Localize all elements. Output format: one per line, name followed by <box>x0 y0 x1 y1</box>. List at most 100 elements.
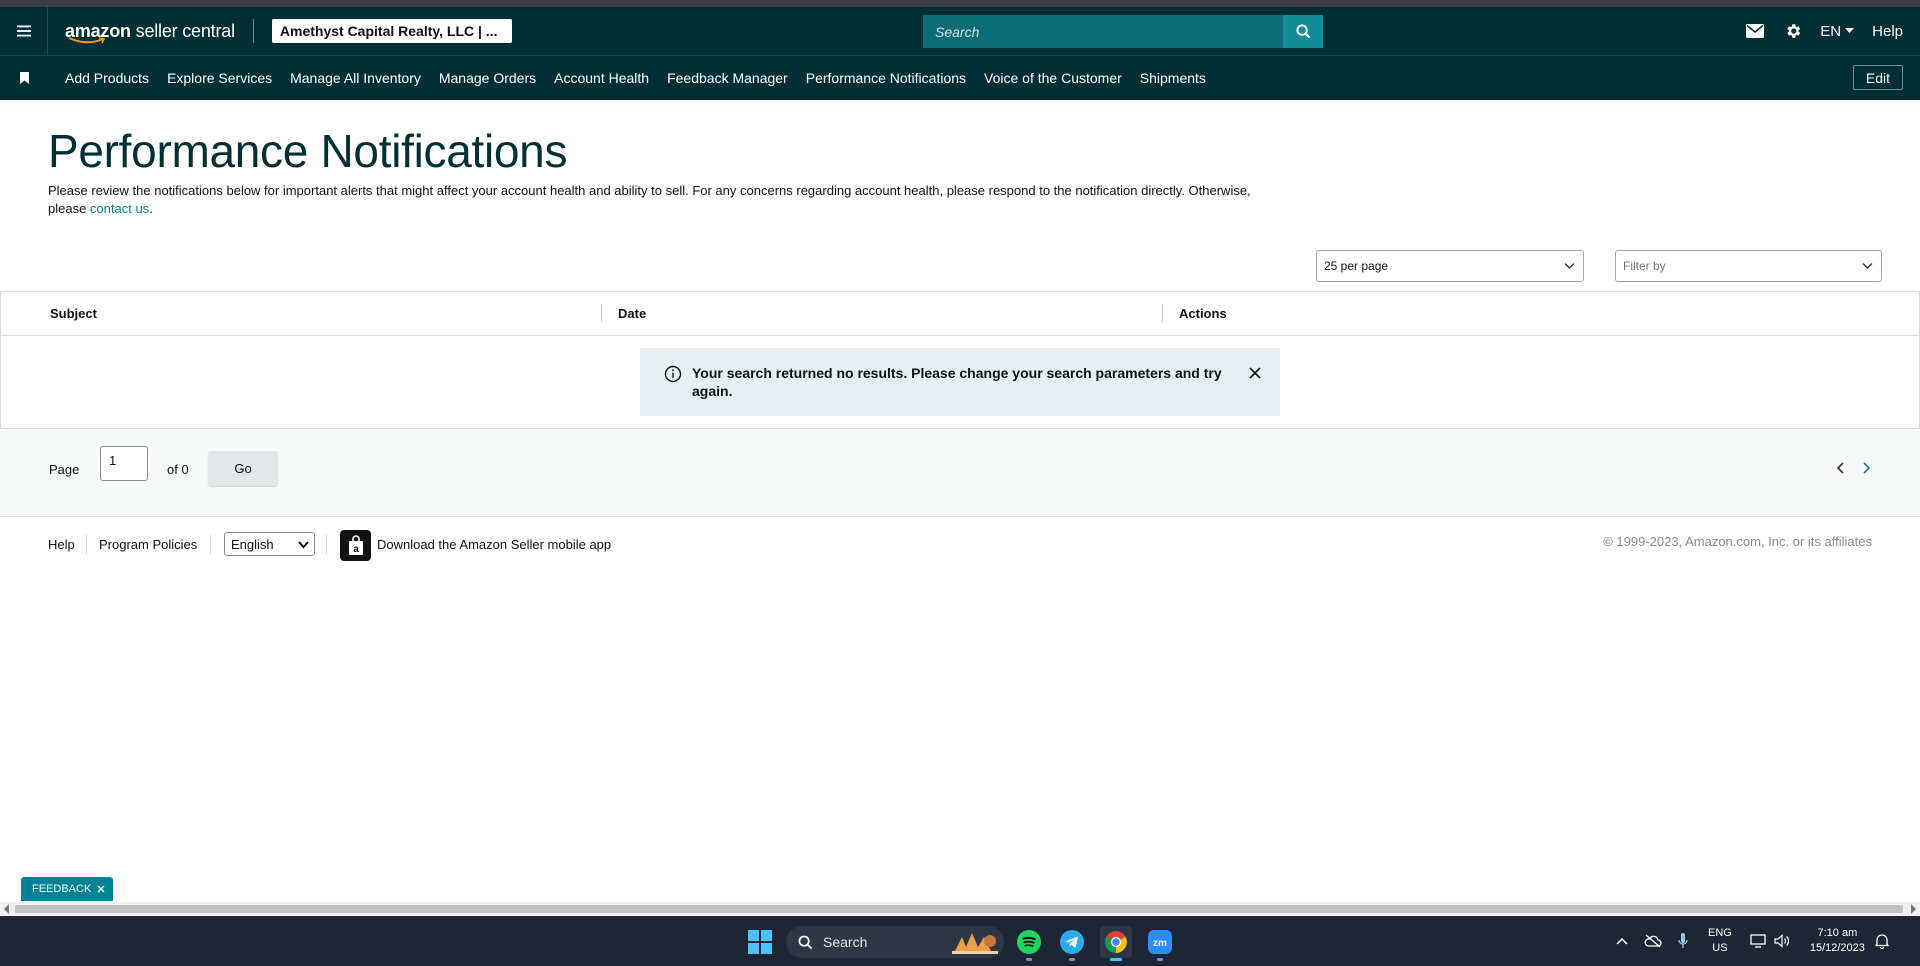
spotify-icon <box>1017 930 1041 954</box>
chevron-right-icon[interactable] <box>1861 462 1871 474</box>
settings-button[interactable] <box>1774 7 1812 55</box>
display-icon[interactable] <box>1750 934 1766 948</box>
amazon-app-icon[interactable]: a <box>340 530 371 561</box>
footer-language-select[interactable]: English <box>224 532 315 556</box>
chevron-down-icon <box>298 541 309 549</box>
empty-results-alert: Your search returned no results. Please … <box>640 348 1280 416</box>
clock[interactable]: 7:10 am 15/12/2023 <box>1810 926 1865 956</box>
contact-us-link[interactable]: contact us <box>90 201 149 216</box>
gear-icon <box>1787 24 1801 38</box>
download-app-link[interactable]: Download the Amazon Seller mobile app <box>377 537 611 552</box>
nav-item-manage-orders[interactable]: Manage Orders <box>439 70 536 86</box>
intro-text: Please review the notifications below fo… <box>48 183 1251 216</box>
page-intro: Please review the notifications below fo… <box>48 182 1288 218</box>
scrollbar-thumb[interactable] <box>15 905 1903 913</box>
account-switcher[interactable]: Amethyst Capital Realty, LLC | ... <box>271 19 512 43</box>
column-date[interactable]: Date <box>618 306 646 321</box>
page-number-input[interactable]: 1 <box>100 446 148 481</box>
close-icon[interactable] <box>1248 366 1262 380</box>
os-taskbar: Search zm ENG US 7:10 am 15/12/2023 <box>0 916 1920 966</box>
speaker-icon[interactable] <box>1774 934 1790 948</box>
nav-items: Add Products Explore Services Manage All… <box>65 70 1224 86</box>
table-header: Subject Date Actions <box>0 292 1920 336</box>
empty-results-message: Your search returned no results. Please … <box>692 365 1222 399</box>
footer-divider <box>210 535 211 555</box>
info-icon <box>664 365 682 383</box>
go-button[interactable]: Go <box>208 451 278 486</box>
program-policies-link[interactable]: Program Policies <box>99 537 197 552</box>
language-selector[interactable]: EN <box>1820 23 1855 40</box>
scroll-right-icon[interactable] <box>1910 904 1916 914</box>
feedback-tab[interactable]: FEEDBACK <box>21 877 114 901</box>
logo-sub: seller central <box>135 20 235 41</box>
nav-item-performance-notifications[interactable]: Performance Notifications <box>806 70 966 86</box>
top-header: amazon seller central Amethyst Capital R… <box>0 7 1920 55</box>
seller-central-logo[interactable]: amazon seller central <box>65 20 235 43</box>
bookmark-icon <box>19 72 29 84</box>
page-label: Page <box>49 462 80 477</box>
nav-item-account-health[interactable]: Account Health <box>554 70 649 86</box>
window-top-strip <box>0 0 1920 7</box>
search-icon <box>798 935 813 949</box>
logo-smile-icon <box>68 36 106 43</box>
feedback-label: FEEDBACK <box>32 883 92 895</box>
nav-item-feedback-manager[interactable]: Feedback Manager <box>667 70 788 86</box>
filter-select[interactable]: Filter by <box>1615 250 1882 282</box>
nav-item-explore-services[interactable]: Explore Services <box>167 70 272 86</box>
onedrive-offline-icon[interactable] <box>1644 934 1662 948</box>
copyright: © 1999-2023, Amazon.com, Inc. or its aff… <box>1603 534 1872 549</box>
zoom-icon: zm <box>1148 930 1172 954</box>
taskbar-chrome[interactable] <box>1100 926 1132 961</box>
search-highlight-icon <box>952 933 998 954</box>
column-divider <box>601 304 602 322</box>
column-subject[interactable]: Subject <box>50 306 97 321</box>
page-footer: Help Program Policies English a Download… <box>0 528 1920 562</box>
caret-down-icon <box>1845 28 1855 33</box>
footer-divider <box>86 535 87 555</box>
footer-divider <box>326 535 327 555</box>
chevron-down-icon <box>1564 263 1575 269</box>
intro-end: . <box>149 201 153 216</box>
taskbar-telegram[interactable] <box>1056 926 1088 961</box>
nav-item-shipments[interactable]: Shipments <box>1140 70 1206 86</box>
nav-item-manage-inventory[interactable]: Manage All Inventory <box>290 70 421 86</box>
header-divider <box>252 19 254 43</box>
search-button[interactable] <box>1283 15 1323 48</box>
menu-button[interactable] <box>0 7 48 55</box>
bookmark-button[interactable] <box>0 72 48 84</box>
horizontal-scrollbar[interactable] <box>0 902 1920 916</box>
messages-button[interactable] <box>1736 7 1774 55</box>
help-link[interactable]: Help <box>1872 23 1903 40</box>
per-page-select[interactable]: 25 per page <box>1316 250 1584 282</box>
filter-placeholder: Filter by <box>1623 259 1666 273</box>
nav-item-add-products[interactable]: Add Products <box>65 70 149 86</box>
taskbar-search-label: Search <box>823 934 868 950</box>
nav-item-voice-of-customer[interactable]: Voice of the Customer <box>984 70 1122 86</box>
chevron-left-icon[interactable] <box>1836 462 1846 474</box>
start-button[interactable] <box>748 930 772 959</box>
column-actions: Actions <box>1179 306 1227 321</box>
taskbar-zoom[interactable]: zm <box>1144 926 1176 961</box>
chevron-up-icon[interactable] <box>1616 937 1628 945</box>
windows-icon <box>748 930 772 954</box>
navigation-bar: Add Products Explore Services Manage All… <box>0 55 1920 100</box>
notifications-table: Subject Date Actions Your search returne… <box>0 291 1920 430</box>
scroll-left-icon[interactable] <box>4 904 10 914</box>
microphone-icon[interactable] <box>1678 933 1688 949</box>
chrome-icon <box>1105 931 1127 953</box>
notification-bell-icon[interactable] <box>1874 933 1889 949</box>
system-tray: ENG US 7:10 am 15/12/2023 <box>1616 916 1889 966</box>
chevron-down-icon <box>1862 263 1873 269</box>
menu-icon <box>16 25 31 37</box>
footer-help-link[interactable]: Help <box>48 537 75 552</box>
page-total: of 0 <box>167 462 189 477</box>
search-input[interactable]: Search <box>923 15 1283 48</box>
header-search: Search <box>923 15 1323 48</box>
input-language[interactable]: ENG US <box>1708 926 1732 956</box>
svg-text:a: a <box>353 544 359 555</box>
edit-nav-button[interactable]: Edit <box>1852 65 1903 90</box>
per-page-value: 25 per page <box>1324 259 1389 273</box>
taskbar-spotify[interactable] <box>1013 926 1045 961</box>
close-icon[interactable] <box>97 885 105 893</box>
taskbar-search[interactable]: Search <box>786 926 1004 958</box>
